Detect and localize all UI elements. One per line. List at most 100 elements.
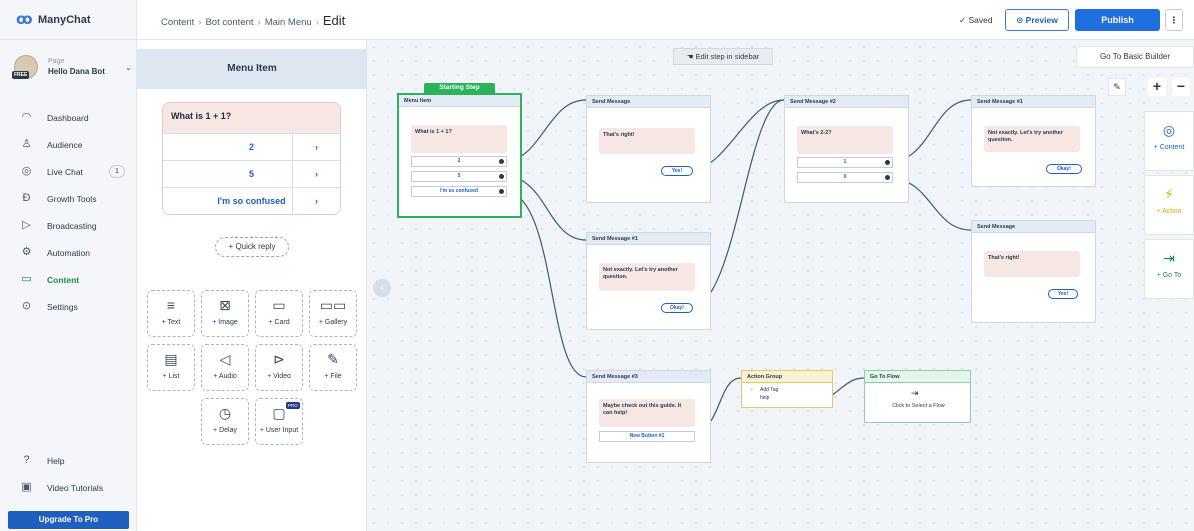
tile-label: + Text: [161, 319, 181, 326]
add-video-tile[interactable]: ⊳ + Video: [255, 344, 303, 391]
page-selector[interactable]: FREE Page Hello Dana Bot ⌄: [8, 52, 132, 82]
node-title: Action Group: [742, 371, 832, 383]
quick-reply-row[interactable]: 2 ›: [163, 133, 340, 160]
flow-node-send-message-3[interactable]: Send Message #3 Maybe check out this gui…: [586, 370, 711, 463]
go-to-basic-builder-button[interactable]: Go To Basic Builder: [1076, 46, 1194, 68]
add-go-to-label: + Go To: [1156, 272, 1182, 279]
tile-label: + List: [162, 373, 180, 380]
add-user-input-tile[interactable]: ▢ PRO + User Input: [255, 398, 303, 445]
node-button[interactable]: New Button #1: [599, 431, 695, 442]
connector-dot[interactable]: [499, 159, 504, 164]
node-message: Not exactly. Let's try another question.: [599, 263, 695, 291]
message-card[interactable]: What is 1 + 1? 2 › 5 › I'm so confused ›: [162, 102, 341, 215]
node-pill[interactable]: Yes!: [661, 166, 693, 176]
node-pill[interactable]: Yes!: [1048, 289, 1078, 299]
sidebar-item-automation[interactable]: ⚙ Automation: [0, 239, 137, 266]
publish-button[interactable]: Publish: [1075, 9, 1160, 31]
sidebar-item-content[interactable]: ▭ Content: [0, 266, 137, 293]
sidebar-item-live-chat[interactable]: ◎ Live Chat 1: [0, 158, 137, 185]
chevron-right-icon[interactable]: ›: [292, 134, 340, 160]
more-options-button[interactable]: ⋮: [1165, 9, 1183, 31]
video-icon: ⊳: [273, 351, 285, 367]
node-button[interactable]: 0: [797, 172, 893, 183]
flow-node-action-group[interactable]: Action Group ⚡ Add Tag help: [741, 370, 833, 408]
pin-icon[interactable]: ✎: [1108, 78, 1126, 96]
add-card-tile[interactable]: ▭ + Card: [255, 290, 303, 337]
flow-node-send-message-right[interactable]: Send Message That's right! Yes!: [971, 220, 1096, 323]
sidebar: ꝏ ManyChat FREE Page Hello Dana Bot ⌄ ◠ D…: [0, 0, 137, 531]
upgrade-button[interactable]: Upgrade To Pro: [8, 511, 129, 529]
breadcrumb-bot-content[interactable]: Bot content: [205, 17, 253, 28]
flow-node-send-message-1-right[interactable]: Send Message #1 Not exactly. Let's try a…: [971, 95, 1096, 187]
sidebar-bottom: ? Help ▣ Video Tutorials: [0, 447, 137, 501]
node-button[interactable]: 5: [411, 171, 507, 182]
node-title: Send Message #3: [587, 371, 710, 383]
chevron-right-icon: ›: [257, 17, 261, 28]
chevron-right-icon[interactable]: ›: [292, 161, 340, 187]
sidebar-item-dashboard[interactable]: ◠ Dashboard: [0, 104, 137, 131]
sidebar-item-label: Help: [47, 455, 65, 466]
brand-logo[interactable]: ꝏ ManyChat: [0, 0, 137, 40]
node-button[interactable]: 2: [411, 156, 507, 167]
flow-node-send-message[interactable]: Send Message That's right! Yes!: [586, 95, 711, 203]
text-icon: ≡: [166, 297, 176, 313]
connector-dot[interactable]: [499, 189, 504, 194]
sidebar-item-broadcasting[interactable]: ▷ Broadcasting: [0, 212, 137, 239]
node-message: That's right!: [599, 128, 695, 154]
quick-reply-row[interactable]: I'm so confused ›: [163, 187, 340, 214]
zoom-out-button[interactable]: −: [1172, 78, 1190, 96]
select-flow-label[interactable]: Click to Select a Flow: [865, 403, 972, 409]
quick-reply-row[interactable]: 5 ›: [163, 160, 340, 187]
sidebar-item-settings[interactable]: ⊙ Settings: [0, 293, 137, 320]
breadcrumb-content[interactable]: Content: [161, 17, 194, 28]
tile-label: + Card: [268, 319, 290, 326]
add-text-tile[interactable]: ≡ + Text: [147, 290, 195, 337]
sidebar-item-help[interactable]: ? Help: [0, 447, 137, 474]
flow-node-send-message-1[interactable]: Send Message #1 Not exactly. Let's try a…: [586, 232, 711, 330]
sidebar-item-growth-tools[interactable]: Ð Growth Tools: [0, 185, 137, 212]
chevron-right-icon: ›: [198, 17, 202, 28]
flow-canvas[interactable]: ☚ Edit step in sidebar Go To Basic Build…: [367, 40, 1194, 531]
add-quick-reply-button[interactable]: + Quick reply: [215, 237, 289, 257]
add-list-tile[interactable]: ▤ + List: [147, 344, 195, 391]
node-pill[interactable]: Okay!: [1046, 164, 1082, 174]
add-gallery-tile[interactable]: ▭▭ + Gallery: [309, 290, 357, 337]
add-image-tile[interactable]: ⊠ + Image: [201, 290, 249, 337]
add-content-card[interactable]: ◎ + Content: [1144, 111, 1194, 171]
flow-node-send-message-2[interactable]: Send Message #2 What's 2-2? 1 0: [784, 95, 909, 203]
sidebar-item-label: Automation: [47, 247, 90, 258]
chevron-right-icon[interactable]: ›: [292, 188, 340, 214]
node-title: Send Message: [972, 221, 1095, 233]
add-audio-tile[interactable]: ◁ + Audio: [201, 344, 249, 391]
chat-icon: ◎: [21, 165, 32, 177]
tile-label: + File: [324, 373, 342, 380]
flow-node-go-to-flow[interactable]: Go To Flow ⇥ Click to Select a Flow: [864, 370, 971, 423]
add-action-card[interactable]: ⚡ + Action: [1144, 175, 1194, 235]
node-button[interactable]: 1: [797, 157, 893, 168]
connector-dot[interactable]: [499, 174, 504, 179]
sidebar-item-audience[interactable]: ♙ Audience: [0, 131, 137, 158]
add-file-tile[interactable]: ✎ + File: [309, 344, 357, 391]
sidebar-item-video-tutorials[interactable]: ▣ Video Tutorials: [0, 474, 137, 501]
collapse-panel-icon[interactable]: ‹: [373, 279, 391, 297]
node-pill[interactable]: Okay!: [661, 303, 693, 313]
editor-title: Menu Item: [137, 49, 367, 89]
message-text[interactable]: What is 1 + 1?: [163, 103, 340, 133]
add-delay-tile[interactable]: ◷ + Delay: [201, 398, 249, 445]
preview-icon: ⊙: [1016, 15, 1026, 25]
edit-hint-label: Edit step in sidebar: [695, 52, 760, 61]
preview-button[interactable]: ⊙ Preview: [1005, 9, 1069, 31]
node-button[interactable]: I'm so confused: [411, 186, 507, 197]
sidebar-item-label: Audience: [47, 139, 83, 150]
connector-dot[interactable]: [885, 175, 890, 180]
help-icon: ?: [23, 454, 30, 466]
connector-dot[interactable]: [885, 160, 890, 165]
tile-label: + Video: [267, 373, 291, 380]
zoom-in-button[interactable]: +: [1148, 78, 1166, 96]
dashboard-icon: ◠: [21, 111, 32, 123]
add-go-to-card[interactable]: ⇥ + Go To: [1144, 239, 1194, 299]
breadcrumb-main-menu[interactable]: Main Menu: [265, 17, 312, 28]
flow-node-menu-item[interactable]: Menu Item What is 1 + 1? 2 5 I'm so conf…: [397, 93, 522, 218]
go-to-icon: ⇥: [911, 388, 919, 398]
chevron-down-icon: ⌄: [125, 63, 132, 72]
